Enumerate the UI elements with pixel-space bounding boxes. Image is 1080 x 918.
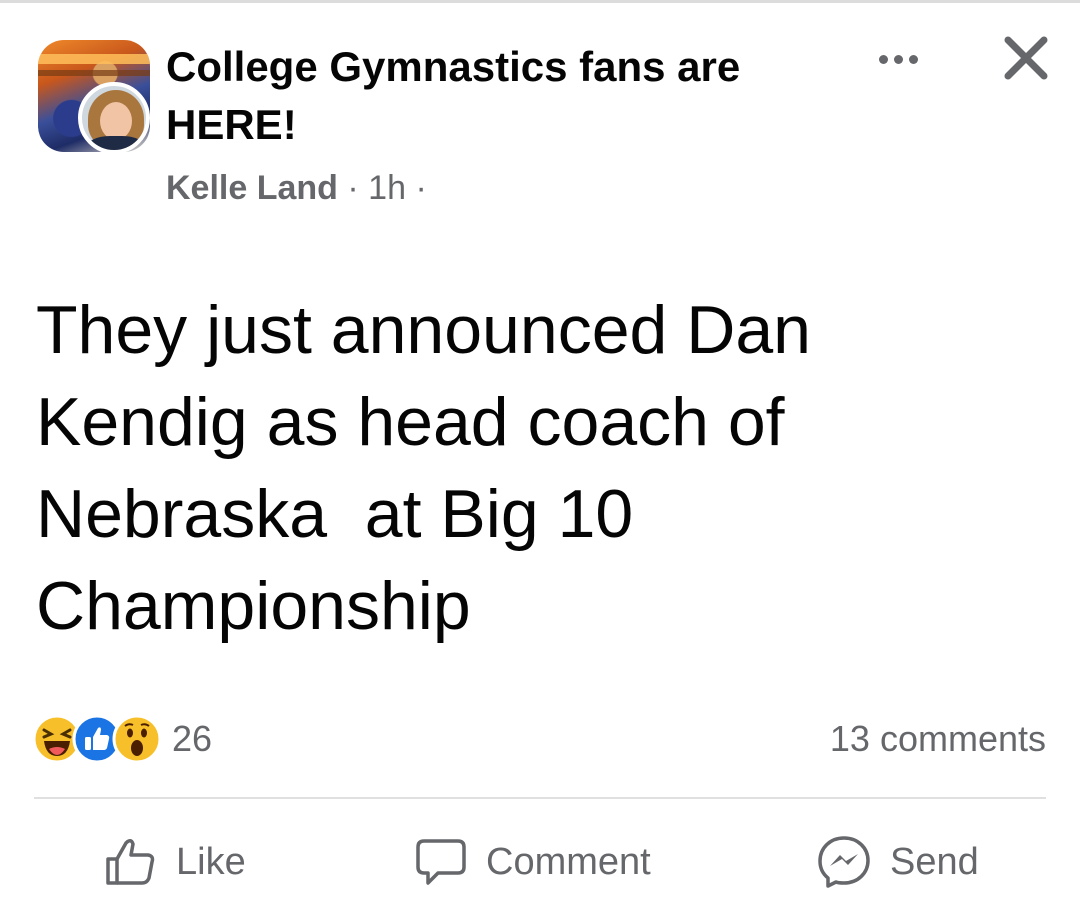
messenger-icon xyxy=(818,836,870,888)
wow-icon xyxy=(112,714,162,764)
more-options-button[interactable] xyxy=(868,44,928,74)
send-label: Send xyxy=(890,840,979,883)
dot-icon xyxy=(908,54,918,64)
actions-divider xyxy=(34,797,1046,799)
reaction-summary[interactable]: 26 xyxy=(32,712,212,766)
comments-count-link[interactable]: 13 comments xyxy=(830,718,1046,760)
dot-icon xyxy=(893,54,903,64)
like-button[interactable]: Like xyxy=(104,830,246,894)
reaction-count: 26 xyxy=(172,718,213,759)
meta-separator: · xyxy=(347,169,359,207)
dot-icon xyxy=(878,54,888,64)
like-label: Like xyxy=(176,840,246,883)
author-name-link[interactable]: Kelle Land xyxy=(166,169,338,207)
meta-separator-trailing: · xyxy=(415,169,427,207)
top-divider xyxy=(0,0,1080,3)
close-icon[interactable] xyxy=(998,30,1054,86)
comment-button[interactable]: Comment xyxy=(414,830,651,894)
send-button[interactable]: Send xyxy=(816,830,979,894)
post-body-text: They just announced Dan Kendig as head c… xyxy=(36,292,811,644)
post-time[interactable]: 1h xyxy=(368,169,406,207)
author-avatar[interactable] xyxy=(78,82,150,154)
comment-label: Comment xyxy=(486,840,651,883)
post-meta: Kelle Land · 1h · xyxy=(166,168,427,208)
comment-bubble-icon xyxy=(416,839,466,885)
group-name-link[interactable]: College Gymnastics fans are HERE! xyxy=(166,38,846,154)
thumbs-up-icon xyxy=(106,839,155,885)
